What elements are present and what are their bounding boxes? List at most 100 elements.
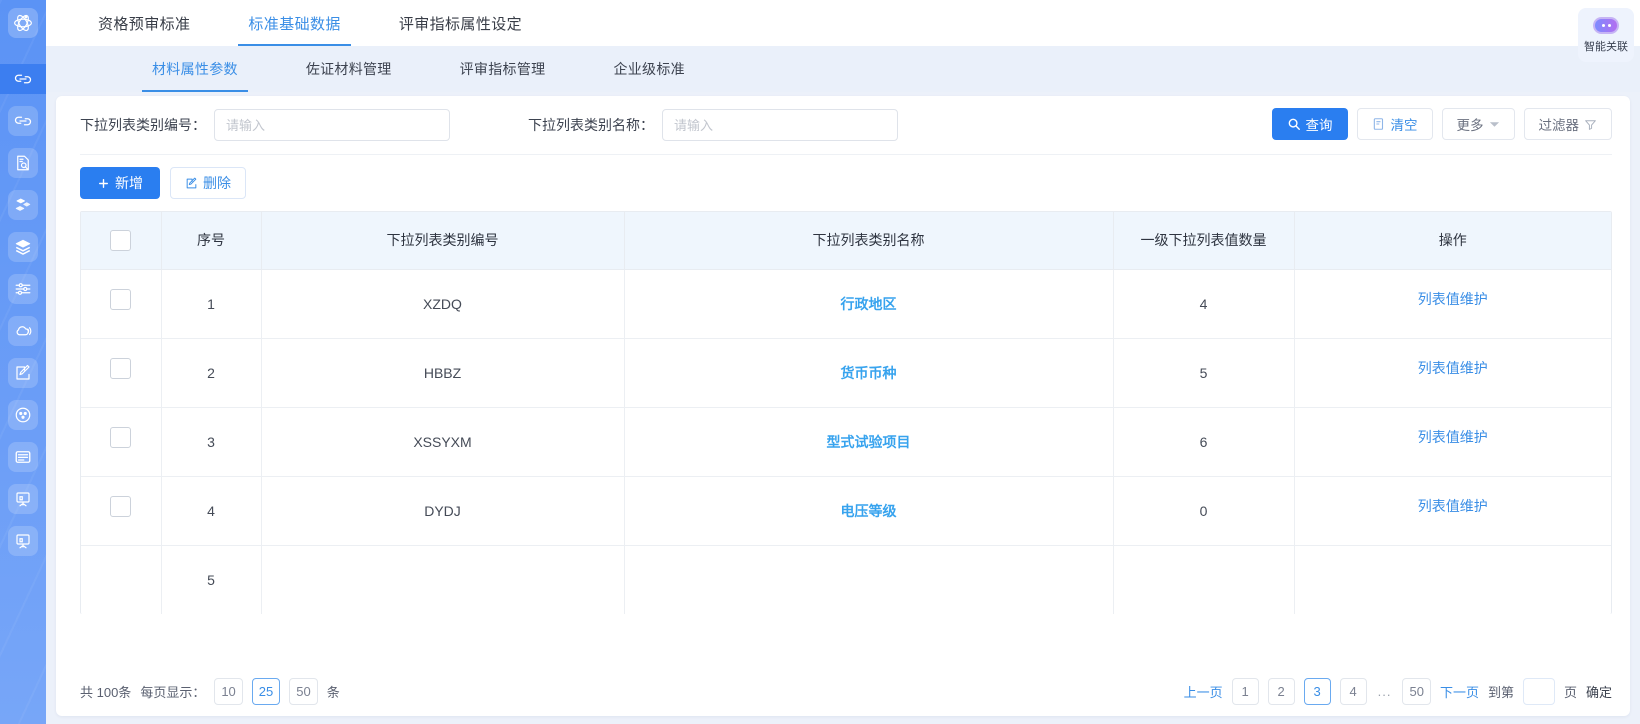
search-input-name[interactable]: [662, 109, 898, 141]
sidebar-item-document-search[interactable]: [8, 148, 38, 178]
edit-delete-icon: [185, 177, 198, 190]
sidebar-item-cloud-signal[interactable]: [8, 316, 38, 346]
row-name[interactable]: 行政地区: [624, 269, 1114, 339]
page-size-option-25[interactable]: 25: [251, 677, 281, 705]
row-name[interactable]: 电压等级: [624, 476, 1114, 546]
subtab-label: 材料属性参数: [152, 61, 238, 77]
layers-icon: [14, 238, 32, 256]
pagination-left: 共 100条 每页显示： 10 25 50 条: [80, 677, 340, 705]
table-row[interactable]: 5: [81, 545, 1611, 614]
row-checkbox[interactable]: [110, 496, 132, 517]
row-checkbox[interactable]: [110, 289, 132, 310]
clear-form-icon: [1372, 117, 1386, 131]
row-code: XZDQ: [261, 269, 625, 339]
select-all-checkbox[interactable]: [110, 229, 132, 251]
row-checkbox[interactable]: [110, 427, 132, 448]
row-index: 3: [161, 407, 262, 477]
clear-button-label: 清空: [1390, 118, 1418, 133]
table-header-row: 序号 下拉列表类别编号 下拉列表类别名称 一级下拉列表值数量 操作: [81, 212, 1611, 270]
row-code: DYDJ: [261, 476, 625, 546]
page-button-3[interactable]: 3: [1303, 677, 1331, 705]
search-icon: [1287, 117, 1301, 131]
funnel-icon: [1584, 118, 1597, 131]
cloud-signal-icon: [14, 322, 32, 340]
sidebar-item-sliders[interactable]: [8, 274, 38, 304]
jump-unit: 页: [1563, 684, 1577, 700]
search-input-code[interactable]: [214, 109, 450, 141]
list-value-maintain-link[interactable]: 列表值维护: [1418, 429, 1488, 445]
page-button-1[interactable]: 1: [1231, 677, 1259, 705]
sidebar-item-presentation-2[interactable]: [8, 526, 38, 556]
column-label: 下拉列表类别名称: [812, 232, 925, 249]
row-name-link[interactable]: 电压等级: [841, 503, 897, 519]
page-button-4[interactable]: 4: [1339, 677, 1367, 705]
row-count: 5: [1113, 338, 1295, 408]
sidebar-item-edit-square[interactable]: [8, 358, 38, 388]
cell-text: 0: [1199, 502, 1208, 519]
filter-button[interactable]: 过滤器: [1523, 108, 1612, 140]
row-name[interactable]: 型式试验项目: [624, 407, 1114, 477]
filter-label-code: 下拉列表类别编号：: [80, 117, 206, 133]
jump-page-input[interactable]: [1522, 677, 1555, 705]
atom-logo-icon[interactable]: [8, 8, 38, 38]
table-row[interactable]: 4 DYDJ 电压等级 0 列表值维护: [81, 476, 1611, 546]
blocks-icon: [14, 196, 32, 214]
sidebar-item-link-nodes[interactable]: [0, 64, 46, 94]
next-page-button[interactable]: 下一页: [1440, 682, 1479, 701]
more-button[interactable]: 更多: [1441, 108, 1515, 140]
row-name-link[interactable]: 行政地区: [841, 296, 897, 312]
delete-button[interactable]: 删除: [170, 167, 246, 199]
row-code: [261, 545, 625, 614]
cell-text: XZDQ: [423, 295, 462, 312]
row-action: 列表值维护: [1294, 269, 1611, 339]
add-button[interactable]: 新增: [80, 167, 160, 199]
page-size-label: 每页显示：: [140, 684, 206, 700]
table-row[interactable]: 2 HBBZ 货币币种 5 列表值维护: [81, 338, 1611, 408]
tab-standard-base-data[interactable]: 标准基础数据: [238, 0, 352, 46]
subtab-evidence-material-management[interactable]: 佐证材料管理: [296, 46, 402, 92]
tab-review-index-attribute[interactable]: 评审指标属性设定: [389, 0, 532, 46]
cell-text: 4: [1199, 295, 1208, 312]
subtab-enterprise-standard[interactable]: 企业级标准: [603, 46, 695, 92]
tab-label: 评审指标属性设定: [398, 15, 523, 33]
table-header-code: 下拉列表类别编号: [261, 212, 625, 270]
smart-association-button[interactable]: 智能关联: [1578, 8, 1634, 62]
row-name-link[interactable]: 货币币种: [841, 365, 897, 381]
page-button-2[interactable]: 2: [1267, 677, 1295, 705]
sidebar-item-list[interactable]: [8, 442, 38, 472]
row-name-link[interactable]: 型式试验项目: [827, 434, 911, 450]
list-value-maintain-link[interactable]: 列表值维护: [1418, 360, 1488, 376]
page-size-option-10[interactable]: 10: [214, 677, 243, 705]
search-button[interactable]: 查询: [1271, 108, 1348, 140]
application-window: 资格预审标准 标准基础数据 评审指标属性设定 材料属性参数 佐证材料管理 评审指…: [0, 0, 1640, 724]
clear-button[interactable]: 清空: [1356, 108, 1433, 140]
row-count: 4: [1113, 269, 1295, 339]
list-value-maintain-link[interactable]: 列表值维护: [1418, 498, 1488, 514]
list-value-maintain-link[interactable]: 列表值维护: [1418, 291, 1488, 307]
subtab-label: 评审指标管理: [459, 61, 546, 77]
table-row[interactable]: 1 XZDQ 行政地区 4 列表值维护: [81, 269, 1611, 339]
tab-qualification-standard[interactable]: 资格预审标准: [88, 0, 200, 46]
row-checkbox[interactable]: [110, 358, 132, 379]
table-row[interactable]: 3 XSSYXM 型式试验项目 6 列表值维护: [81, 407, 1611, 477]
presentation-icon: [14, 490, 32, 508]
page-button-last[interactable]: 50: [1402, 677, 1431, 705]
row-count: 6: [1113, 407, 1295, 477]
sidebar-item-blocks[interactable]: [8, 190, 38, 220]
row-action: 列表值维护: [1294, 338, 1611, 408]
sidebar-item-dashboard[interactable]: [8, 400, 38, 430]
sidebar-item-link-nodes-alt[interactable]: [8, 106, 38, 136]
prev-page-button[interactable]: 上一页: [1184, 682, 1223, 701]
cell-text: HBBZ: [423, 364, 462, 381]
page-size-option-50[interactable]: 50: [289, 677, 318, 705]
sidebar-item-presentation-1[interactable]: [8, 484, 38, 514]
table-header-index: 序号: [161, 212, 262, 270]
cell-text: 2: [207, 364, 215, 381]
plus-icon: [97, 177, 110, 190]
row-name[interactable]: 货币币种: [624, 338, 1114, 408]
sidebar-item-layers[interactable]: [8, 232, 38, 262]
cell-text: 3: [207, 433, 215, 450]
subtab-material-attribute-params[interactable]: 材料属性参数: [142, 46, 248, 92]
subtab-review-index-management[interactable]: 评审指标管理: [450, 46, 556, 92]
confirm-jump-button[interactable]: 确定: [1586, 682, 1612, 701]
